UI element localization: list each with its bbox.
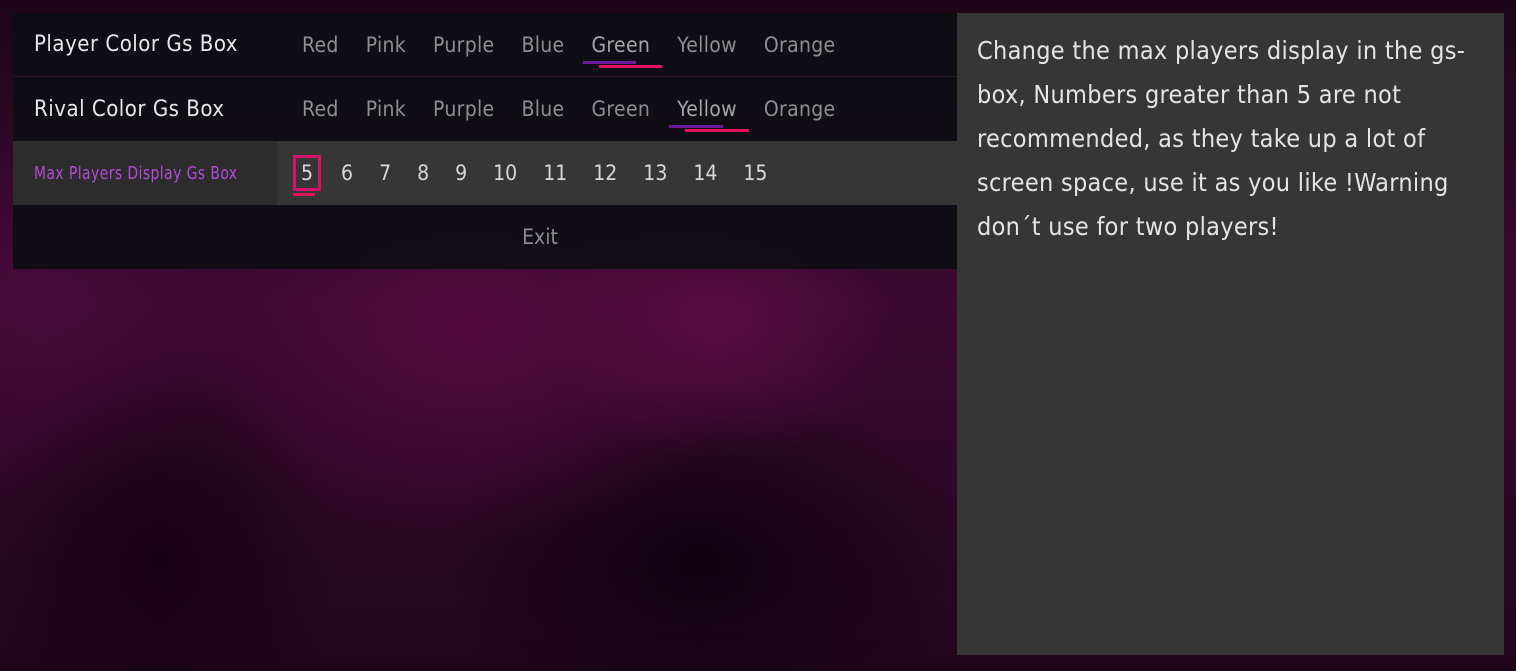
rival-color-option-orange[interactable]: Orange xyxy=(764,97,836,121)
exit-row[interactable]: Exit xyxy=(13,205,957,269)
rival-color-option-red[interactable]: Red xyxy=(302,97,339,121)
rival-color-row[interactable]: Rival Color Gs Box Red Pink Purple Blue … xyxy=(13,77,957,141)
max-players-option-11[interactable]: 11 xyxy=(543,161,567,185)
player-color-option-purple[interactable]: Purple xyxy=(433,33,494,57)
rival-color-options: Red Pink Purple Blue Green Yellow Orange xyxy=(277,77,862,141)
rival-color-option-green[interactable]: Green xyxy=(591,97,650,121)
rival-color-option-yellow[interactable]: Yellow xyxy=(669,97,749,132)
max-players-option-5[interactable]: 5 xyxy=(292,155,322,196)
player-color-option-yellow[interactable]: Yellow xyxy=(677,33,737,57)
max-players-option-10[interactable]: 10 xyxy=(493,161,517,185)
max-players-option-15[interactable]: 15 xyxy=(743,161,767,185)
max-players-option-8[interactable]: 8 xyxy=(417,161,429,185)
max-players-option-12[interactable]: 12 xyxy=(593,161,617,185)
max-players-option-13[interactable]: 13 xyxy=(643,161,667,185)
player-color-label: Player Color Gs Box xyxy=(34,32,238,57)
max-players-option-9[interactable]: 9 xyxy=(455,161,467,185)
rival-color-label: Rival Color Gs Box xyxy=(34,96,225,122)
settings-menu: Player Color Gs Box Red Pink Purple Blue… xyxy=(13,13,957,269)
rival-color-option-pink[interactable]: Pink xyxy=(366,97,406,121)
max-players-label: Max Players Display Gs Box xyxy=(34,162,238,184)
max-players-options: 5 6 7 8 9 10 11 12 13 14 15 xyxy=(277,141,793,205)
player-color-options: Red Pink Purple Blue Green Yellow Orange xyxy=(277,13,862,76)
player-color-row[interactable]: Player Color Gs Box Red Pink Purple Blue… xyxy=(13,13,957,77)
player-color-option-orange[interactable]: Orange xyxy=(764,33,836,57)
max-players-option-14[interactable]: 14 xyxy=(693,161,717,185)
player-color-option-pink[interactable]: Pink xyxy=(366,33,406,57)
player-color-label-area: Player Color Gs Box xyxy=(13,32,277,57)
exit-button[interactable]: Exit xyxy=(522,225,558,249)
rival-color-option-blue[interactable]: Blue xyxy=(521,97,564,121)
max-players-label-area: Max Players Display Gs Box xyxy=(13,141,277,205)
rival-color-label-area: Rival Color Gs Box xyxy=(13,97,277,122)
rival-color-option-purple[interactable]: Purple xyxy=(433,97,494,121)
max-players-option-6[interactable]: 6 xyxy=(341,161,353,185)
player-color-option-blue[interactable]: Blue xyxy=(521,33,564,57)
max-players-option-7[interactable]: 7 xyxy=(379,161,391,185)
player-color-option-red[interactable]: Red xyxy=(302,33,339,57)
player-color-option-green[interactable]: Green xyxy=(583,33,662,68)
description-text: Change the max players display in the gs… xyxy=(977,36,1466,241)
max-players-row[interactable]: Max Players Display Gs Box 5 6 7 8 9 10 … xyxy=(13,141,957,205)
description-panel: Change the max players display in the gs… xyxy=(957,13,1504,655)
